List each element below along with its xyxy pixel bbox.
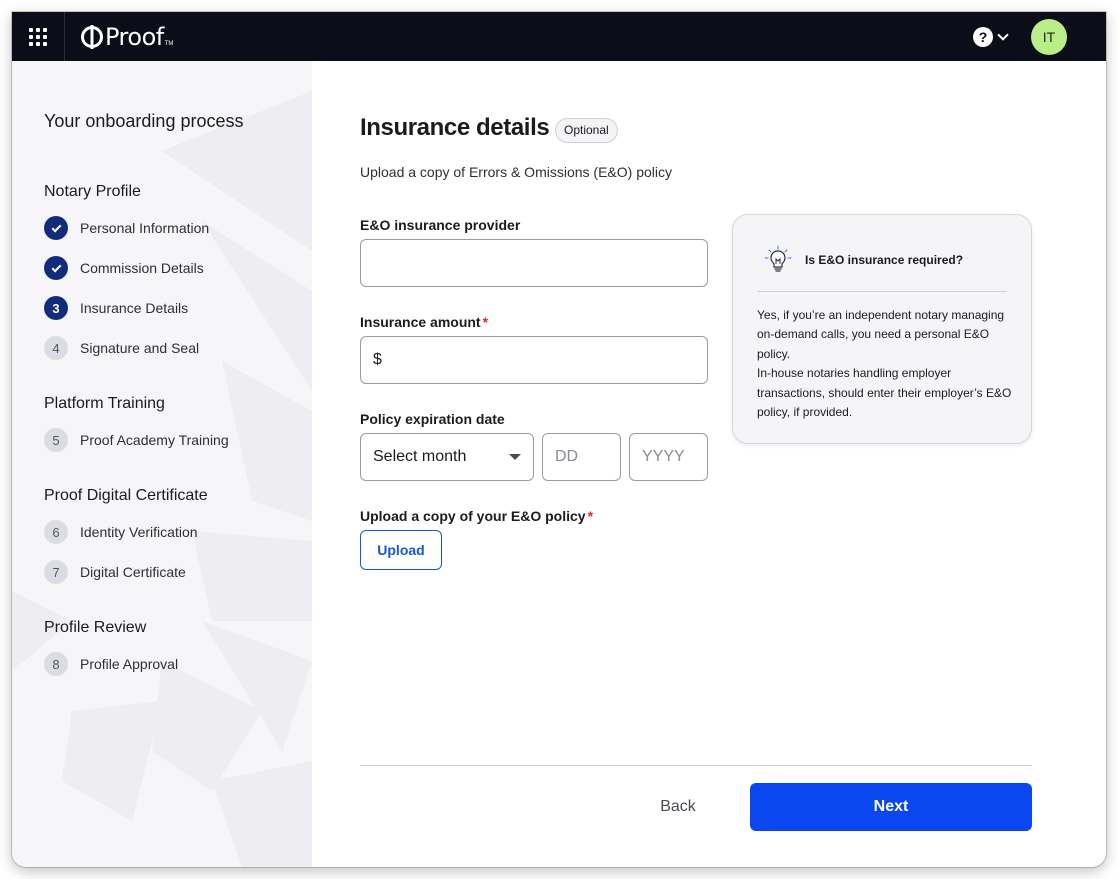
logo-text: Proof (105, 22, 164, 51)
back-button[interactable]: Back (652, 783, 704, 831)
user-avatar[interactable]: IT (1031, 18, 1067, 55)
amount-field[interactable]: $ (360, 336, 708, 384)
upload-label-text: Upload a copy of your E&O policy (360, 508, 586, 524)
step-label: Personal Information (80, 220, 210, 236)
logo-trademark: TM (164, 41, 174, 47)
step-number-badge: 8 (44, 652, 68, 676)
required-asterisk: * (482, 314, 489, 330)
step-label: Signature and Seal (80, 340, 200, 356)
sidebar-step-commission-details[interactable]: Commission Details (44, 256, 204, 280)
step-label: Insurance Details (80, 300, 189, 316)
day-input[interactable] (542, 433, 621, 481)
caret-down-icon (509, 454, 521, 460)
sidebar-step-profile-approval[interactable]: 8 Profile Approval (44, 652, 178, 676)
step-label: Digital Certificate (80, 564, 186, 580)
step-complete-badge (44, 256, 68, 280)
app-window: Proof TM ? IT Your onboarding process No… (12, 12, 1106, 867)
required-asterisk: * (587, 508, 594, 524)
step-number-badge: 6 (44, 520, 68, 544)
section-title-digital-certificate: Proof Digital Certificate (44, 487, 208, 504)
step-number-badge: 5 (44, 428, 68, 452)
section-title-platform-training: Platform Training (44, 395, 165, 412)
step-label: Proof Academy Training (80, 432, 229, 448)
amount-label: Insurance amount * (360, 314, 488, 330)
upload-button[interactable]: Upload (360, 530, 442, 570)
sidebar-background-pattern (12, 91, 312, 867)
top-navigation-bar: Proof TM ? IT (12, 12, 1106, 61)
grid-icon (29, 27, 47, 46)
info-card-divider (757, 291, 1007, 292)
upload-label: Upload a copy of your E&O policy * (360, 508, 593, 524)
year-input[interactable] (629, 433, 708, 481)
info-card-body: Yes, if you’re an independent notary man… (757, 306, 1013, 422)
provider-input[interactable] (360, 239, 708, 287)
step-label: Identity Verification (80, 524, 198, 540)
help-menu-button[interactable]: ? (973, 26, 1009, 47)
sidebar-step-proof-academy-training[interactable]: 5 Proof Academy Training (44, 428, 229, 452)
lightbulb-icon (764, 245, 792, 272)
amount-input[interactable] (381, 338, 707, 382)
main-content: Insurance details Optional Upload a copy… (312, 61, 1106, 867)
sidebar-title: Your onboarding process (44, 111, 244, 131)
page-subtitle: Upload a copy of Errors & Omissions (E&O… (360, 164, 672, 180)
help-icon: ? (973, 26, 993, 47)
section-title-notary-profile: Notary Profile (44, 183, 141, 200)
provider-label: E&O insurance provider (360, 217, 521, 233)
step-label: Commission Details (80, 260, 204, 276)
step-number-badge: 4 (44, 336, 68, 360)
step-label: Profile Approval (80, 656, 179, 672)
page-title: Insurance details (360, 114, 550, 141)
proof-logo[interactable]: Proof TM (81, 12, 173, 61)
sidebar-step-digital-certificate[interactable]: 7 Digital Certificate (44, 560, 186, 584)
step-number-badge: 7 (44, 560, 68, 584)
optional-badge: Optional (555, 118, 618, 143)
footer-divider (360, 765, 1032, 766)
next-button[interactable]: Next (750, 783, 1032, 831)
chevron-down-icon (997, 28, 1009, 41)
info-card-paragraph-2: In-house notaries handling employer tran… (757, 366, 1012, 420)
sidebar-step-identity-verification[interactable]: 6 Identity Verification (44, 520, 198, 544)
step-complete-badge (44, 216, 68, 240)
info-card-paragraph-1: Yes, if you’re an independent notary man… (757, 308, 1005, 361)
step-number-badge: 3 (44, 296, 68, 320)
topbar-divider (64, 12, 65, 61)
proof-logo-icon (81, 24, 103, 49)
month-select[interactable]: Select month (360, 433, 534, 481)
sidebar-step-signature-and-seal[interactable]: 4 Signature and Seal (44, 336, 199, 360)
section-title-profile-review: Profile Review (44, 619, 147, 636)
app-launcher-button[interactable] (12, 12, 64, 61)
check-icon (51, 222, 61, 232)
expiration-label: Policy expiration date (360, 411, 505, 427)
onboarding-sidebar: Your onboarding process Notary Profile P… (12, 61, 312, 867)
sidebar-step-personal-information[interactable]: Personal Information (44, 216, 209, 240)
info-card-title: Is E&O insurance required? (805, 253, 964, 267)
month-select-value: Select month (373, 448, 467, 465)
currency-symbol: $ (373, 351, 382, 368)
sidebar-step-insurance-details[interactable]: 3 Insurance Details (44, 296, 188, 320)
check-icon (51, 262, 61, 272)
amount-label-text: Insurance amount (360, 314, 481, 330)
info-card: Is E&O insurance required? Yes, if you’r… (732, 214, 1032, 444)
